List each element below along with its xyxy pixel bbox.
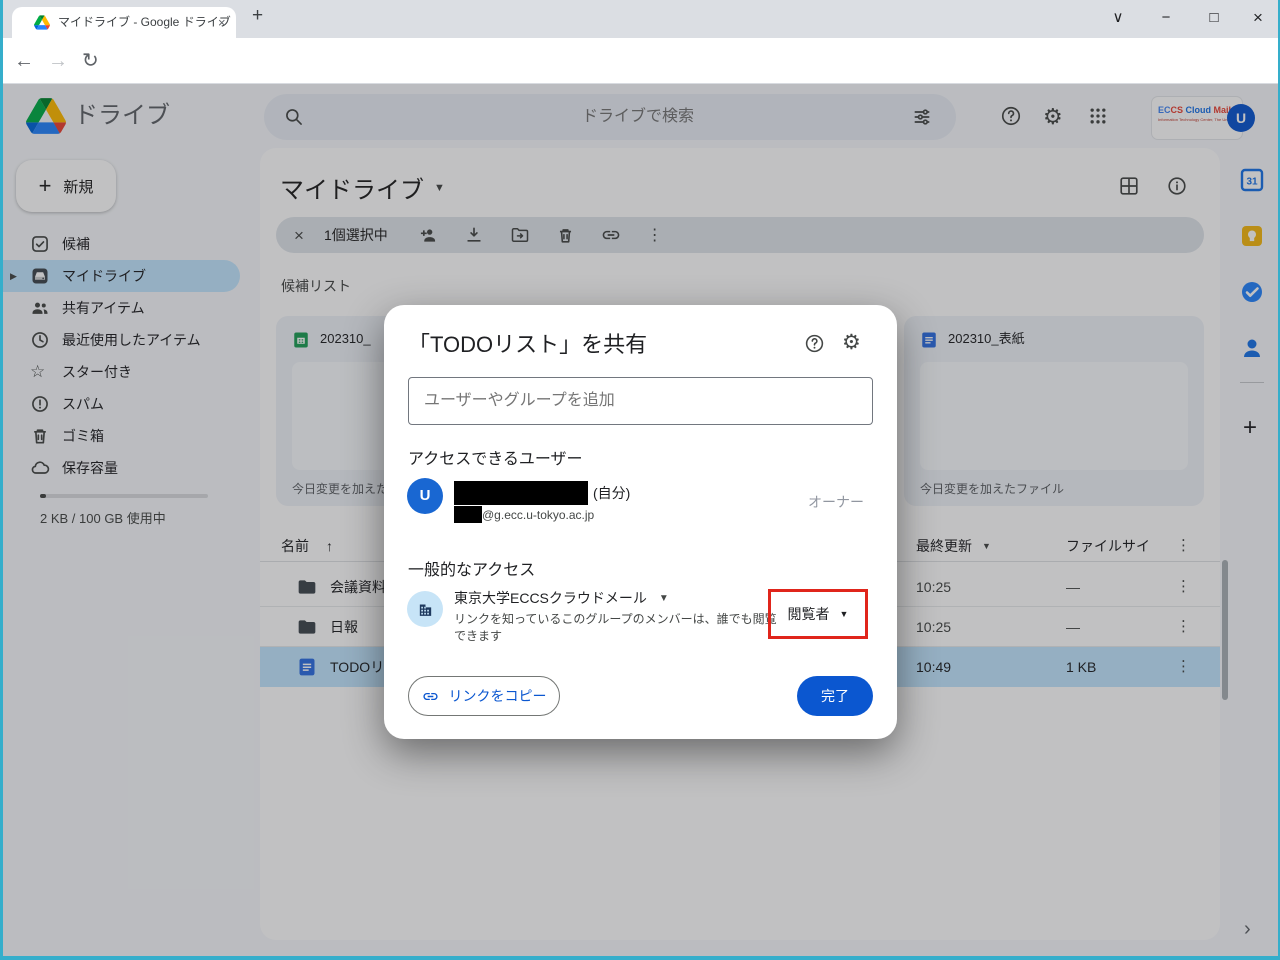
role-annotation-box: 閲覧者 ▼ [768, 589, 868, 639]
add-people-input[interactable] [408, 377, 873, 425]
share-dialog: 「TODOリスト」を共有 ⚙ アクセスできるユーザー U (自分) @g.ecc… [384, 305, 897, 739]
copy-link-label: リンクをコピー [448, 688, 547, 704]
people-with-access-section: アクセスできるユーザー [408, 451, 583, 468]
redaction-block [454, 506, 482, 523]
building-icon [417, 601, 434, 618]
drive-favicon-icon [34, 15, 50, 30]
owner-role-label: オーナー [808, 494, 864, 510]
done-button[interactable]: 完了 [797, 676, 873, 716]
tab-close-icon[interactable]: × [218, 7, 226, 38]
owner-name-line: (自分) [454, 481, 630, 505]
browser-toolbar: ← → ↻ drive.google.com/drive/my-drive ☆ … [0, 38, 1280, 114]
copy-link-button[interactable]: リンクをコピー [408, 676, 560, 716]
capture-frame-bottom [0, 956, 1280, 960]
window-minimize-icon[interactable]: − [1154, 6, 1178, 30]
forward-icon[interactable]: → [48, 46, 68, 76]
group-avatar [407, 591, 443, 627]
browser-tab[interactable]: マイドライブ - Google ドライブ × [12, 7, 236, 38]
dialog-help-icon[interactable] [804, 333, 825, 354]
group-caret-icon: ▼ [658, 592, 669, 604]
owner-email-line: @g.ecc.u-tokyo.ac.jp [454, 506, 594, 523]
general-access-section: 一般的なアクセス [408, 562, 536, 579]
dialog-title: 「TODOリスト」を共有 [408, 332, 648, 357]
group-access-description: リンクを知っているこのグループのメンバーは、誰でも閲覧できます [454, 612, 777, 643]
tab-search-chevron-icon[interactable]: ∨ [1106, 6, 1130, 30]
owner-self-label: (自分) [593, 485, 631, 501]
browser-tab-bar: マイドライブ - Google ドライブ × + ∨ − □ × [0, 0, 1280, 38]
window-close-icon[interactable]: × [1246, 6, 1270, 30]
back-icon[interactable]: ← [14, 46, 34, 76]
role-caret-icon: ▼ [839, 609, 849, 619]
group-name: 東京大学ECCSクラウドメール [454, 590, 647, 606]
tab-title: マイドライブ - Google ドライブ [58, 15, 231, 29]
reload-icon[interactable]: ↻ [82, 46, 99, 76]
done-label: 完了 [821, 688, 849, 704]
link-icon [422, 688, 439, 705]
window-maximize-icon[interactable]: □ [1202, 6, 1226, 30]
owner-avatar: U [407, 478, 443, 514]
owner-email: @g.ecc.u-tokyo.ac.jp [482, 507, 595, 522]
role-dropdown[interactable]: 閲覧者 [788, 604, 830, 624]
dialog-settings-gear-icon[interactable]: ⚙ [842, 330, 861, 355]
new-tab-icon[interactable]: + [252, 5, 263, 27]
redaction-block [454, 481, 588, 505]
capture-frame-left [0, 0, 3, 960]
group-scope-dropdown[interactable]: 東京大学ECCSクラウドメール ▼ [454, 588, 669, 608]
